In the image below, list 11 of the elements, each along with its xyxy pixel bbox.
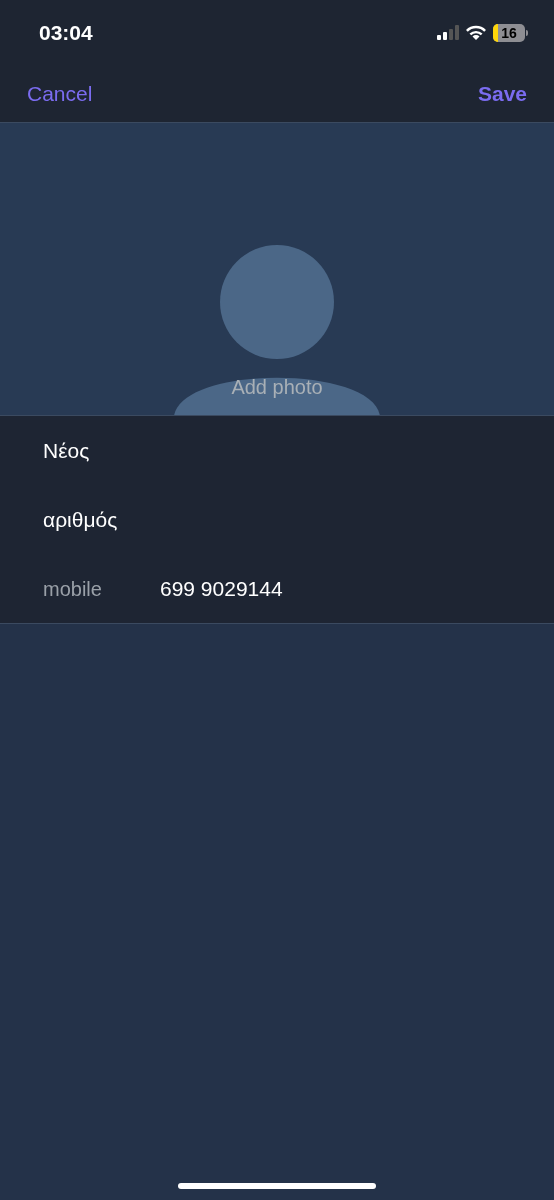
status-time: 03:04 [39, 20, 93, 47]
battery-level: 16 [500, 26, 518, 40]
phone-type-label[interactable]: mobile [43, 573, 160, 604]
wifi-icon [465, 25, 487, 41]
name-field[interactable]: αριθμός [43, 503, 343, 536]
save-button[interactable]: Save [477, 78, 527, 110]
phone-field[interactable]: 699 9029144 [160, 572, 460, 605]
name-field[interactable]: Νέος [43, 434, 343, 467]
avatar-placeholder-icon[interactable] [172, 245, 382, 415]
cancel-button[interactable]: Cancel [27, 78, 93, 110]
signal-icon [437, 25, 459, 41]
